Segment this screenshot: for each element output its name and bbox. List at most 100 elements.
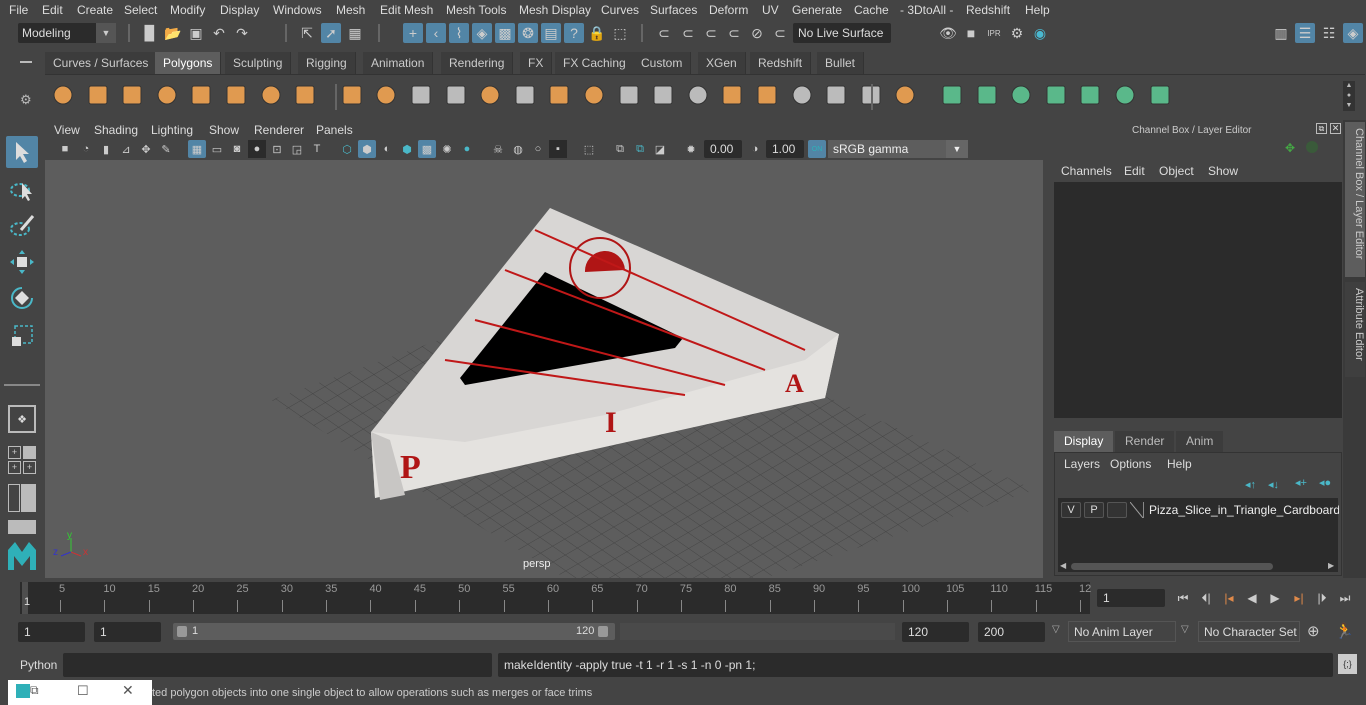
help-icon[interactable]: ?: [564, 23, 584, 43]
shelf-tab-rendering[interactable]: Rendering: [441, 52, 514, 74]
auto-key-icon[interactable]: ⊕: [1307, 622, 1320, 640]
camera-attributes-icon[interactable]: ◔: [77, 140, 95, 158]
maximize-icon[interactable]: ☐: [77, 683, 89, 699]
uv-unfold-icon[interactable]: [1075, 80, 1105, 110]
graph-layout-icon[interactable]: [8, 520, 36, 534]
menu-3dtoall[interactable]: - 3DtoAll -: [900, 3, 953, 17]
snap-deformer-icon[interactable]: ▤: [541, 23, 561, 43]
modeling-toolkit-icon[interactable]: ▥: [1271, 23, 1291, 43]
shelf-tab-fx[interactable]: FX: [520, 52, 553, 74]
scrollbar-thumb[interactable]: [1071, 563, 1273, 570]
motion-blur-icon[interactable]: ◍: [509, 140, 527, 158]
poly-cone-icon[interactable]: [152, 80, 182, 110]
snap-view-icon[interactable]: ▩: [495, 23, 515, 43]
layer-playback-toggle[interactable]: P: [1084, 502, 1104, 518]
gamma-field[interactable]: 1.00: [766, 140, 804, 158]
depth-of-field-icon[interactable]: ▪: [549, 140, 567, 158]
poly-sphere-icon[interactable]: [48, 80, 78, 110]
channel-box-area[interactable]: [1054, 182, 1342, 418]
shelf-settings-icon[interactable]: ⚙: [20, 92, 32, 108]
step-forward-key-icon[interactable]: ▸|: [1290, 590, 1308, 606]
hypershade-icon[interactable]: ◉: [1030, 23, 1050, 43]
gamma-icon[interactable]: ◑: [746, 140, 764, 158]
uv-automatic-icon[interactable]: [1041, 80, 1071, 110]
snap-plane-magnet-icon[interactable]: ⊘: [747, 23, 767, 43]
shelf-tab-redshift[interactable]: Redshift: [750, 52, 812, 74]
select-lasso-icon[interactable]: ⬚: [610, 23, 630, 43]
poly-diamond-icon[interactable]: [186, 80, 216, 110]
command-language-label[interactable]: Python: [20, 658, 57, 672]
layer-name[interactable]: Pizza_Slice_in_Triangle_Cardboard_Bo: [1149, 503, 1339, 517]
insert-loop-icon[interactable]: [787, 80, 817, 110]
wireframe-icon[interactable]: ⬡: [338, 140, 356, 158]
layer-color-swatch[interactable]: [1130, 502, 1144, 518]
script-editor-icon[interactable]: {;}: [1338, 654, 1357, 674]
menu-generate[interactable]: Generate: [792, 3, 842, 17]
viewport-menu-renderer[interactable]: Renderer: [254, 123, 304, 137]
cb-menu-object[interactable]: Object: [1159, 164, 1194, 178]
manipulator-axis-icon[interactable]: ✥: [1285, 141, 1295, 155]
safe-title-icon[interactable]: T: [308, 140, 326, 158]
menu-edit-mesh[interactable]: Edit Mesh: [380, 3, 433, 17]
xray-joints-icon[interactable]: ⧉: [631, 140, 649, 158]
lasso-tool-icon[interactable]: [6, 174, 38, 206]
select-tool-icon[interactable]: [6, 136, 38, 168]
select-object-icon[interactable]: ➚: [321, 23, 341, 43]
poly-cube-icon[interactable]: [83, 80, 113, 110]
float-panel-icon[interactable]: ⧉: [1316, 123, 1327, 134]
shelf-tab-polygons[interactable]: Polygons: [155, 52, 222, 74]
close-icon[interactable]: ✕: [122, 682, 134, 699]
layer-tab-anim[interactable]: Anim: [1176, 431, 1224, 452]
snap-projected-magnet-icon[interactable]: ⊂: [724, 23, 744, 43]
uv-editor-icon[interactable]: [1110, 80, 1140, 110]
viewport-menu-panels[interactable]: Panels: [316, 123, 353, 137]
layer-type-toggle[interactable]: [1107, 502, 1127, 518]
scroll-right-icon[interactable]: ▶: [1328, 561, 1334, 570]
rotate-tool-icon[interactable]: [6, 282, 38, 314]
menu-edit[interactable]: Edit: [42, 3, 63, 17]
play-forward-icon[interactable]: ▶: [1266, 590, 1284, 606]
screen-space-ao-icon[interactable]: ☠: [489, 140, 507, 158]
smooth-icon[interactable]: [441, 80, 471, 110]
animation-end-field[interactable]: 200: [978, 622, 1045, 642]
step-back-key-icon[interactable]: |◂: [1220, 590, 1238, 606]
save-scene-icon[interactable]: ▣: [186, 23, 206, 43]
shelf-scroll-icon[interactable]: ▲ ● ▼: [1343, 81, 1355, 111]
shadows-icon[interactable]: ●: [458, 140, 476, 158]
viewport-menu-shading[interactable]: Shading: [94, 123, 138, 137]
wireframe-on-shaded-icon[interactable]: ⬢: [398, 140, 416, 158]
command-input[interactable]: [63, 653, 492, 677]
snap-surface-icon[interactable]: ❂: [518, 23, 538, 43]
xray-icon[interactable]: ⧉: [611, 140, 629, 158]
paint-select-tool-icon[interactable]: [6, 210, 38, 242]
render-view-icon[interactable]: 👁: [938, 23, 958, 43]
menu-windows[interactable]: Windows: [273, 3, 322, 17]
viewport-persp[interactable]: P I A y x z persp: [45, 160, 1043, 578]
textured-icon[interactable]: ▩: [418, 140, 436, 158]
mirror-icon[interactable]: [406, 80, 436, 110]
select-hierarchy-icon[interactable]: ⇱: [297, 23, 317, 43]
layer-menu-options[interactable]: Options: [1110, 457, 1151, 471]
color-management-toggle[interactable]: ON: [808, 140, 826, 158]
xray-components-icon[interactable]: ◪: [651, 140, 669, 158]
redo-icon[interactable]: ↷: [232, 23, 252, 43]
separate-icon[interactable]: [371, 80, 401, 110]
shelf-tab-sculpting[interactable]: Sculpting: [225, 52, 292, 74]
smooth-shade-icon[interactable]: ⬢: [358, 140, 376, 158]
shelf-tab-custom[interactable]: Custom: [633, 52, 692, 74]
snap-point-magnet-icon[interactable]: ⊂: [701, 23, 721, 43]
four-view-layout-icon[interactable]: + + +: [8, 446, 36, 474]
attribute-editor-toggle-icon[interactable]: ☰: [1295, 23, 1315, 43]
restore-icon[interactable]: ⧉: [30, 683, 39, 698]
snap-curve-icon[interactable]: ‹: [426, 23, 446, 43]
uv-layout-icon[interactable]: [1145, 80, 1175, 110]
snap-curve-magnet-icon[interactable]: ⊂: [678, 23, 698, 43]
step-back-frame-icon[interactable]: ⏴|: [1197, 590, 1215, 606]
viewport-menu-view[interactable]: View: [54, 123, 80, 137]
exposure-icon[interactable]: ✹: [682, 140, 700, 158]
menu-uv[interactable]: UV: [762, 3, 779, 17]
menu-display[interactable]: Display: [220, 3, 259, 17]
range-end-handle[interactable]: [598, 626, 608, 637]
extract-icon[interactable]: [475, 80, 505, 110]
uv-cylindrical-icon[interactable]: [972, 80, 1002, 110]
